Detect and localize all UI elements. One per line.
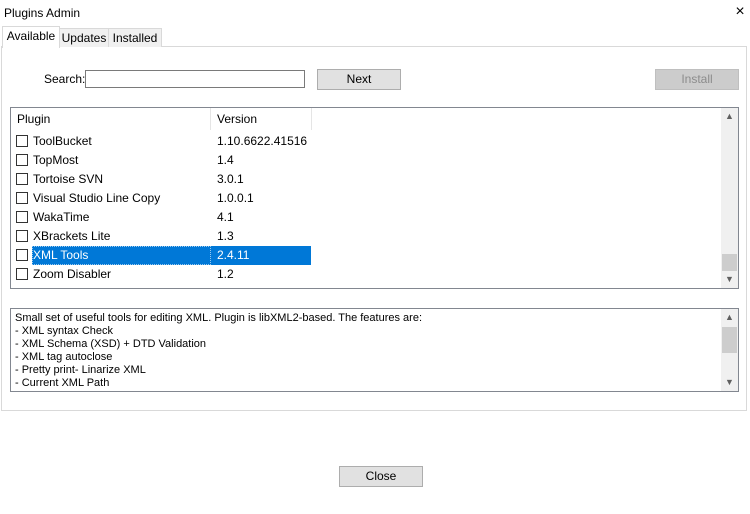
plugin-list[interactable]: Plugin Version ToolBucket 1.10.6622.4151…	[10, 107, 739, 289]
plugin-checkbox[interactable]	[16, 230, 28, 242]
plugin-checkbox[interactable]	[16, 249, 28, 261]
plugin-version: 2.4.11	[217, 248, 250, 262]
description-line: - XML tag autoclose	[15, 351, 113, 363]
description-scrollbar[interactable]: ▲ ▼	[721, 309, 738, 391]
plugin-name: XML Tools	[32, 246, 211, 265]
window-title: Plugins Admin	[4, 6, 81, 20]
search-input[interactable]	[85, 70, 305, 88]
plugin-row[interactable]: XBrackets Lite 1.3	[11, 227, 311, 246]
plugin-version: 1.0.0.1	[217, 191, 254, 205]
plugin-name: XBrackets Lite	[33, 229, 111, 243]
plugin-version: 1.10.6622.41516	[217, 134, 308, 148]
plugin-description[interactable]: Small set of useful tools for editing XM…	[10, 308, 739, 392]
plugin-checkbox[interactable]	[16, 192, 28, 204]
plugin-name: Visual Studio Line Copy	[33, 191, 161, 205]
close-icon[interactable]: ×	[730, 2, 750, 22]
plugin-name: ToolBucket	[33, 134, 92, 148]
scrollbar-thumb[interactable]	[722, 327, 737, 353]
plugin-row[interactable]: TopMost 1.4	[11, 151, 311, 170]
description-line: - Current XML Path	[15, 377, 110, 389]
scroll-up-icon[interactable]: ▲	[721, 309, 738, 326]
plugin-row[interactable]: Tortoise SVN 3.0.1	[11, 170, 311, 189]
close-button[interactable]: Close	[339, 466, 423, 487]
plugin-row[interactable]: Zoom Disabler 1.2	[11, 265, 311, 284]
column-header-version[interactable]: Version	[211, 108, 312, 130]
plugin-version: 1.2	[217, 267, 234, 281]
plugin-checkbox[interactable]	[16, 211, 28, 223]
plugin-version: 4.1	[217, 210, 234, 224]
scroll-down-icon[interactable]: ▼	[721, 374, 738, 391]
plugin-row[interactable]: Visual Studio Line Copy 1.0.0.1	[11, 189, 311, 208]
scrollbar-thumb[interactable]	[722, 254, 737, 271]
install-button[interactable]: Install	[655, 69, 739, 90]
plugin-checkbox[interactable]	[16, 268, 28, 280]
description-line: - XML Schema (XSD) + DTD Validation	[15, 338, 207, 350]
plugin-name: Zoom Disabler	[33, 267, 112, 281]
plugin-row-selected[interactable]: XML Tools 2.4.11	[11, 246, 311, 265]
title-bar	[0, 0, 750, 26]
plugin-checkbox[interactable]	[16, 173, 28, 185]
plugin-version: 3.0.1	[217, 172, 244, 186]
plugin-list-scrollbar[interactable]: ▲ ▼	[721, 108, 738, 288]
plugin-version: 1.4	[217, 153, 234, 167]
tab-available[interactable]: Available	[2, 26, 60, 48]
scroll-up-icon[interactable]: ▲	[721, 108, 738, 125]
plugin-version: 1.3	[217, 229, 234, 243]
description-line: - Pretty print- Linarize XML	[15, 364, 146, 376]
plugin-name: TopMost	[33, 153, 79, 167]
tab-updates[interactable]: Updates	[58, 28, 110, 47]
plugin-name: WakaTime	[33, 210, 90, 224]
column-header-plugin[interactable]: Plugin	[11, 108, 211, 130]
next-button[interactable]: Next	[317, 69, 401, 90]
tab-installed[interactable]: Installed	[108, 28, 162, 47]
description-line: - XML syntax Check	[15, 325, 114, 337]
description-line: Small set of useful tools for editing XM…	[15, 312, 423, 324]
scroll-down-icon[interactable]: ▼	[721, 271, 738, 288]
plugin-name: Tortoise SVN	[33, 172, 104, 186]
plugin-checkbox[interactable]	[16, 135, 28, 147]
search-label: Search:	[44, 72, 86, 86]
plugin-checkbox[interactable]	[16, 154, 28, 166]
plugin-row[interactable]: WakaTime 4.1	[11, 208, 311, 227]
plugin-row[interactable]: ToolBucket 1.10.6622.41516	[11, 132, 311, 151]
